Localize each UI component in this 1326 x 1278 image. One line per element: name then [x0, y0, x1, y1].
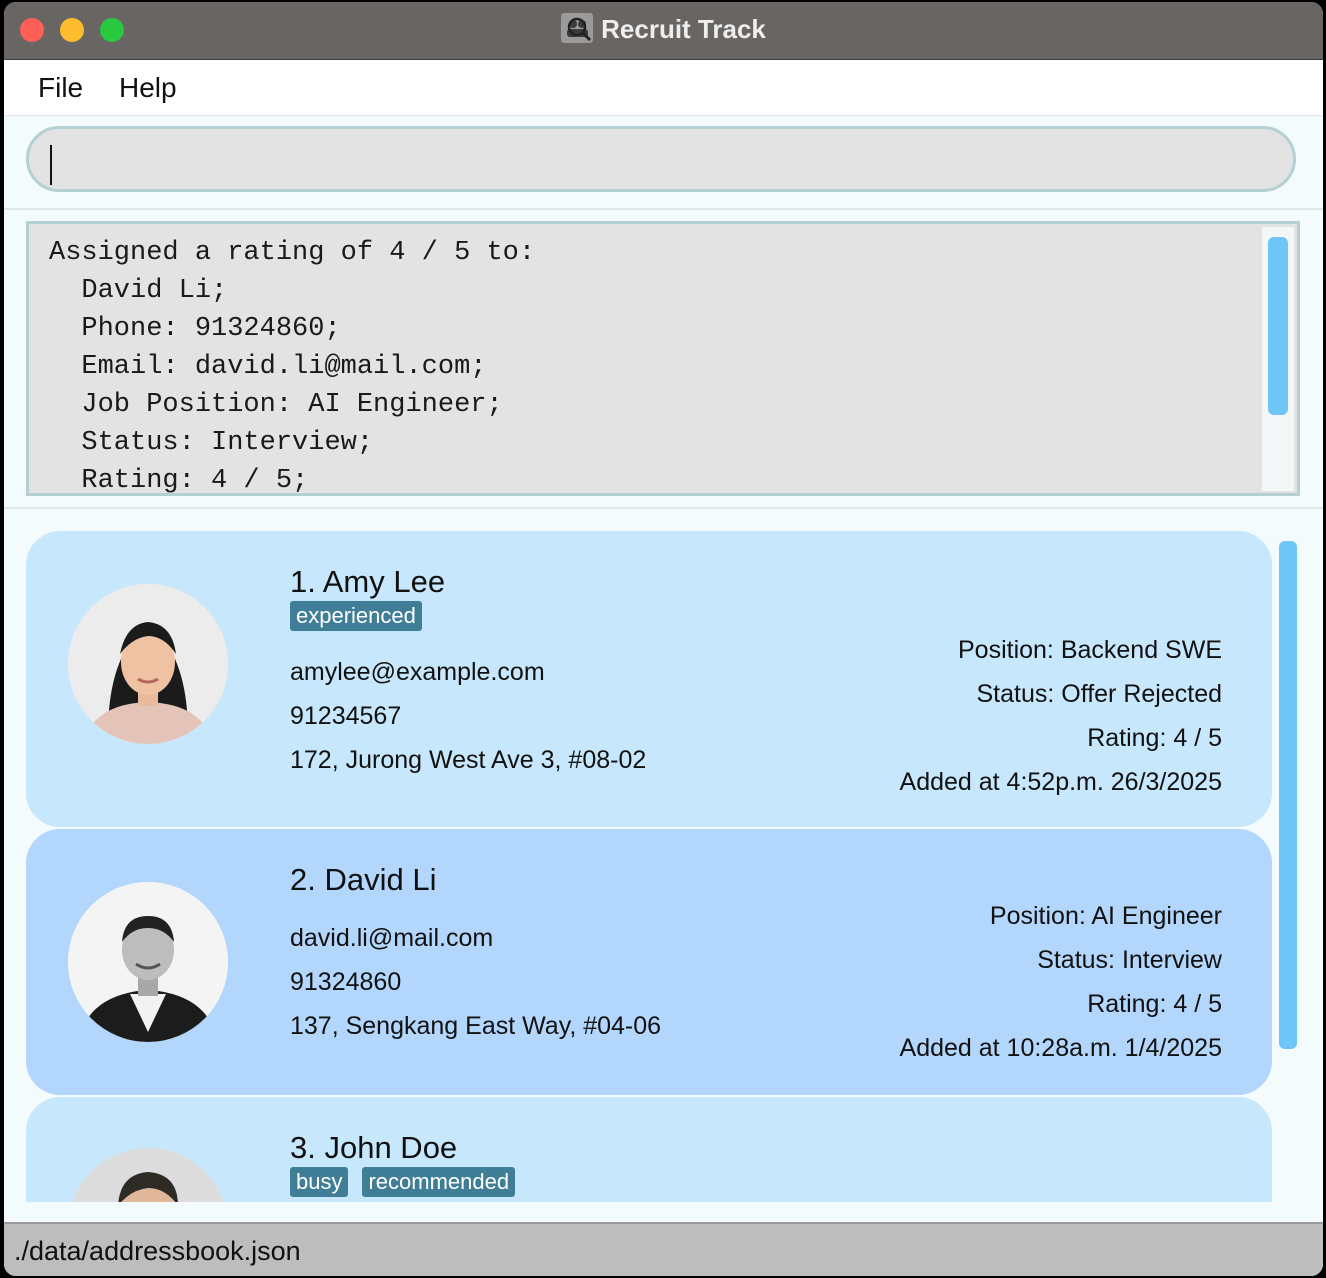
- candidate-list: 1. Amy Lee experienced amylee@example.co…: [4, 510, 1323, 1202]
- tag: experienced: [290, 601, 422, 631]
- command-box-area: [4, 116, 1323, 210]
- menu-bar: File Help: [4, 60, 1323, 116]
- menu-help[interactable]: Help: [119, 72, 177, 104]
- candidate-name: 3. John Doe: [290, 1130, 458, 1165]
- result-display[interactable]: Assigned a rating of 4 / 5 to: David Li;…: [26, 221, 1300, 496]
- text-caret: [50, 145, 52, 185]
- status-bar: ./data/addressbook.json: [4, 1222, 1323, 1276]
- avatar: [68, 1148, 228, 1202]
- candidate-address: 137, Sengkang East Way, #04-06: [290, 1012, 662, 1040]
- avatar-photo-icon: [68, 882, 228, 1042]
- avatar-photo-icon: [68, 1148, 228, 1202]
- result-scrollbar-thumb[interactable]: [1268, 237, 1288, 415]
- candidate-name: 2. David Li: [290, 862, 437, 897]
- title-bar: Recruit Track: [4, 2, 1323, 60]
- tag-list: busy recommended: [290, 1167, 516, 1197]
- avatar: [68, 584, 228, 744]
- list-scrollbar-thumb[interactable]: [1279, 541, 1297, 1049]
- candidate-card-selected[interactable]: 2. David Li david.li@mail.com 91324860 1…: [26, 829, 1272, 1095]
- candidate-email: amylee@example.com: [290, 658, 545, 686]
- window-title: Recruit Track: [601, 14, 766, 44]
- candidate-email: david.li@mail.com: [290, 924, 494, 952]
- app-window: Recruit Track File Help Assigned a ratin…: [4, 2, 1323, 1276]
- tag: recommended: [362, 1167, 516, 1197]
- magnifier-people-icon: [561, 13, 594, 43]
- avatar: [68, 882, 228, 1042]
- candidate-name: 1. Amy Lee: [290, 564, 446, 599]
- candidate-phone: 91234567: [290, 702, 402, 730]
- candidate-address: 172, Jurong West Ave 3, #08-02: [290, 746, 647, 774]
- tag: busy: [290, 1167, 349, 1197]
- candidate-phone: 91324860: [290, 968, 402, 996]
- section-divider: [4, 507, 1323, 509]
- avatar-photo-icon: [68, 584, 228, 744]
- result-text: Assigned a rating of 4 / 5 to: David Li;…: [49, 238, 536, 496]
- candidate-added-date: Added at 4:52p.m. 26/3/2025: [899, 768, 1222, 796]
- result-scrollbar[interactable]: [1262, 227, 1294, 491]
- candidate-position: Position: AI Engineer: [989, 902, 1222, 930]
- tag-list: experienced: [290, 601, 422, 631]
- candidate-card[interactable]: 1. Amy Lee experienced amylee@example.co…: [26, 531, 1272, 827]
- candidate-status: Status: Offer Rejected: [976, 680, 1223, 708]
- candidate-added-date: Added at 10:28a.m. 1/4/2025: [899, 1034, 1222, 1062]
- candidate-rating: Rating: 4 / 5: [1087, 724, 1222, 752]
- data-file-path: ./data/addressbook.json: [14, 1236, 301, 1266]
- candidate-rating: Rating: 4 / 5: [1087, 990, 1222, 1018]
- candidate-status: Status: Interview: [1037, 946, 1222, 974]
- menu-file[interactable]: File: [38, 72, 83, 104]
- candidate-position: Position: Backend SWE: [957, 636, 1222, 664]
- command-input[interactable]: [26, 126, 1296, 192]
- candidate-card[interactable]: 3. John Doe busy recommended: [26, 1097, 1272, 1202]
- title-wrap: Recruit Track: [4, 12, 1323, 46]
